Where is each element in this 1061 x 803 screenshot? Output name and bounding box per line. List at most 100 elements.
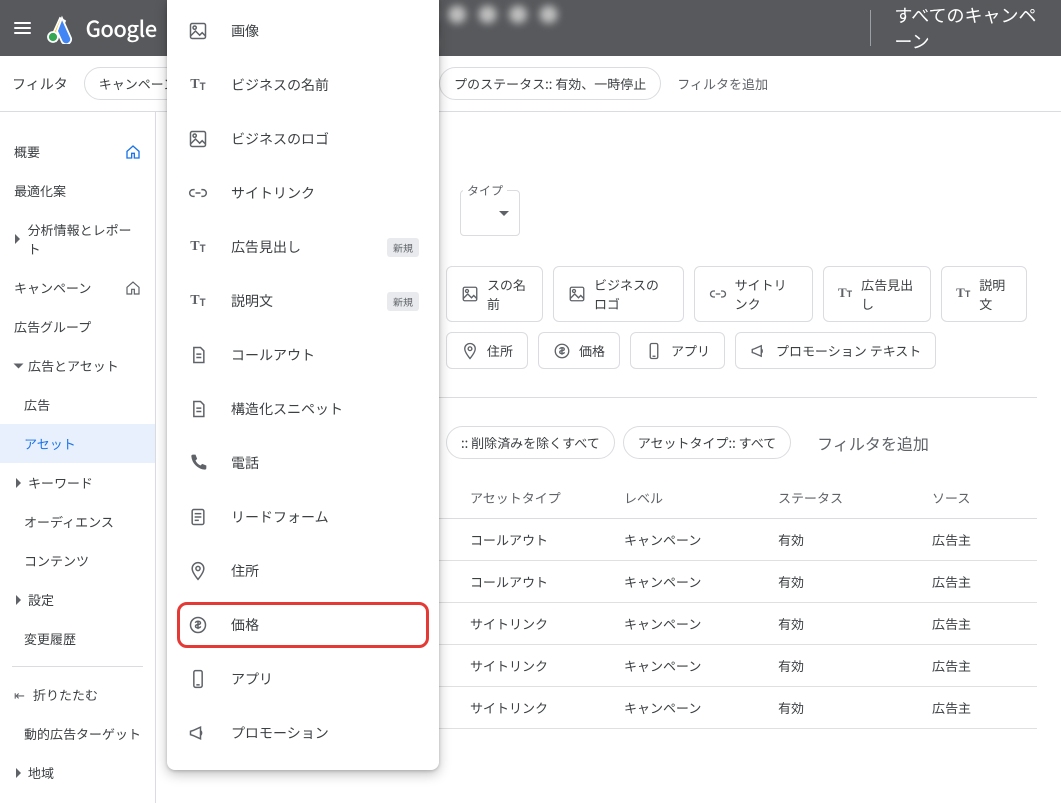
- google-ads-logo: [45, 12, 77, 44]
- nav-dynamic-targets-label: 動的広告ターゲット: [24, 724, 141, 743]
- cell-status: 有効: [778, 656, 932, 675]
- asset-chip-label: 価格: [579, 341, 605, 360]
- asset-chip-promo[interactable]: プロモーション テキスト: [735, 332, 936, 369]
- collapse-icon: ⇤: [14, 685, 25, 704]
- nav-collapse[interactable]: ⇤折りたたむ: [0, 675, 155, 714]
- asset-type-label: タイプ: [463, 182, 507, 199]
- text-icon: TT: [956, 285, 971, 303]
- filter-chip-status[interactable]: :: 削除済みを除くすべて: [446, 426, 615, 459]
- cell-source: 広告主: [932, 656, 1037, 675]
- dd-business-logo[interactable]: ビジネスのロゴ: [167, 112, 439, 166]
- col-status[interactable]: ステータス: [778, 488, 932, 507]
- filter-chip-group-status[interactable]: プのステータス:: 有効、一時停止: [439, 67, 661, 100]
- cell-source: 広告主: [932, 698, 1037, 717]
- nav-campaigns-label: キャンペーン: [14, 278, 91, 297]
- nav-ads-assets[interactable]: 広告とアセット: [0, 346, 155, 385]
- add-filter-link[interactable]: フィルタを追加: [677, 74, 768, 93]
- asset-chip-label: 広告見出し: [861, 275, 916, 313]
- nav-insights-label: 分析情報とレポート: [28, 220, 141, 258]
- image-icon: [568, 285, 586, 303]
- cell-status: 有効: [778, 530, 932, 549]
- megaphone-icon: [187, 722, 209, 744]
- dd-image[interactable]: 画像: [167, 4, 439, 58]
- nav-locations[interactable]: 地域: [0, 753, 155, 792]
- asset-chip-sitelink[interactable]: サイトリンク: [694, 266, 813, 322]
- nav-ads-assets-label: 広告とアセット: [28, 356, 119, 375]
- dd-headline[interactable]: TT広告見出し新規: [167, 220, 439, 274]
- price-icon: [187, 614, 209, 636]
- nav-ads-label: 広告: [24, 395, 50, 414]
- link-icon: [187, 182, 209, 204]
- asset-chip-label: 住所: [487, 341, 513, 360]
- pin-icon: [461, 342, 479, 360]
- nav-overview-label: 概要: [14, 142, 40, 161]
- image-icon: [187, 20, 209, 42]
- add-table-filter[interactable]: フィルタを追加: [817, 431, 929, 455]
- nav-history[interactable]: 変更履歴: [0, 619, 155, 658]
- nav-adgroups[interactable]: 広告グループ: [0, 307, 155, 346]
- dd-label: 住所: [231, 561, 259, 581]
- nav-insights[interactable]: 分析情報とレポート: [0, 210, 155, 268]
- cell-type: サイトリンク: [470, 656, 624, 675]
- asset-chip-business-logo[interactable]: ビジネスのロゴ: [553, 266, 684, 322]
- dd-sitelink[interactable]: サイトリンク: [167, 166, 439, 220]
- dd-label: サイトリンク: [231, 183, 315, 203]
- col-asset-type[interactable]: アセットタイプ: [470, 488, 624, 507]
- dd-price[interactable]: 価格: [167, 598, 439, 652]
- account-name-blurred: ● ● ● ● ● ●: [417, 0, 570, 57]
- filter-chip-asset-type[interactable]: アセットタイプ:: すべて: [623, 426, 791, 459]
- cell-level: キャンペーン: [624, 614, 778, 633]
- asset-chip-headline[interactable]: TT 広告見出し: [823, 266, 931, 322]
- nav-keywords[interactable]: キーワード: [0, 463, 155, 502]
- header-separator: [870, 10, 871, 46]
- dd-promo[interactable]: プロモーション: [167, 706, 439, 760]
- nav-history-label: 変更履歴: [24, 629, 76, 648]
- nav-assets-label: アセット: [24, 434, 76, 453]
- cell-type: コールアウト: [470, 530, 624, 549]
- asset-chip-description[interactable]: TT 説明文: [941, 266, 1027, 322]
- document-icon: [187, 344, 209, 366]
- asset-chip-app[interactable]: アプリ: [630, 332, 725, 369]
- asset-chip-location[interactable]: 住所: [446, 332, 528, 369]
- nav-ads[interactable]: 広告: [0, 385, 155, 424]
- dd-app[interactable]: アプリ: [167, 652, 439, 706]
- form-icon: [187, 506, 209, 528]
- megaphone-icon: [750, 342, 768, 360]
- nav-keywords-label: キーワード: [28, 473, 93, 492]
- dd-call[interactable]: 電話: [167, 436, 439, 490]
- dd-snippet[interactable]: 構造化スニペット: [167, 382, 439, 436]
- cell-type: サイトリンク: [470, 698, 624, 717]
- cell-type: サイトリンク: [470, 614, 624, 633]
- add-asset-dropdown: 画像 TTビジネスの名前 ビジネスのロゴ サイトリンク TT広告見出し新規 TT…: [167, 0, 439, 770]
- dd-label: リードフォーム: [231, 507, 329, 527]
- col-level[interactable]: レベル: [624, 488, 778, 507]
- cell-source: 広告主: [932, 530, 1037, 549]
- nav-assets[interactable]: アセット: [0, 424, 155, 463]
- header-scope[interactable]: すべてのキャンペーン: [895, 2, 1049, 54]
- nav-contents[interactable]: コンテンツ: [0, 541, 155, 580]
- nav-settings[interactable]: 設定: [0, 580, 155, 619]
- dd-leadform[interactable]: リードフォーム: [167, 490, 439, 544]
- expand-icon: [16, 595, 21, 605]
- asset-chip-price[interactable]: 価格: [538, 332, 620, 369]
- dd-business-name[interactable]: TTビジネスの名前: [167, 58, 439, 112]
- nav-recommendations-label: 最適化案: [14, 181, 66, 200]
- menu-icon[interactable]: [12, 16, 33, 40]
- nav-audiences[interactable]: オーディエンス: [0, 502, 155, 541]
- asset-chip-business-name[interactable]: スの名前: [446, 266, 543, 322]
- nav-dynamic-targets[interactable]: 動的広告ターゲット: [0, 714, 155, 753]
- asset-chip-label: 説明文: [979, 275, 1012, 313]
- cell-source: 広告主: [932, 572, 1037, 591]
- dd-callout[interactable]: コールアウト: [167, 328, 439, 382]
- col-source[interactable]: ソース: [932, 488, 1037, 507]
- nav-recommendations[interactable]: 最適化案: [0, 171, 155, 210]
- dd-description[interactable]: TT説明文新規: [167, 274, 439, 328]
- text-icon: TT: [838, 285, 853, 303]
- app-header: Google ● ● ● ● ● ● すべてのキャンペーン: [0, 0, 1061, 56]
- dd-location[interactable]: 住所: [167, 544, 439, 598]
- new-badge: 新規: [387, 238, 419, 257]
- nav-campaigns[interactable]: キャンペーン: [0, 268, 155, 307]
- image-icon: [187, 128, 209, 150]
- document-icon: [187, 398, 209, 420]
- nav-overview[interactable]: 概要: [0, 132, 155, 171]
